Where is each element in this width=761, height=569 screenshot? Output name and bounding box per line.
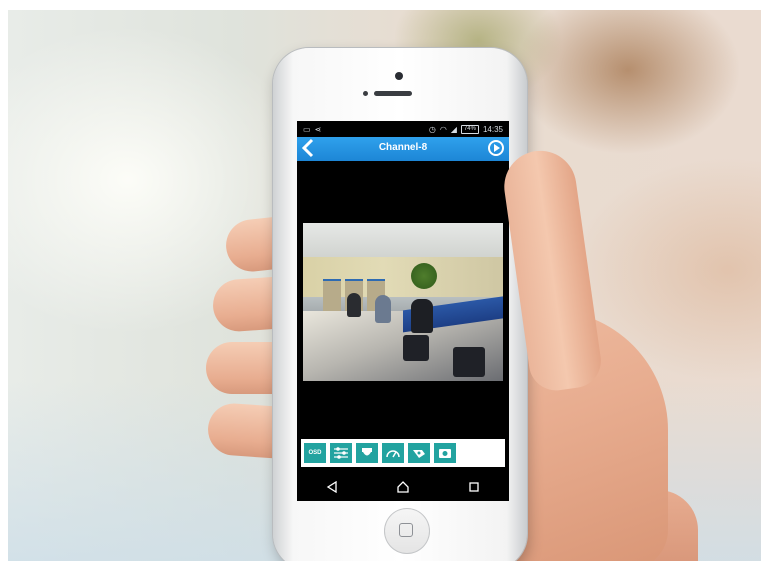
earpiece-speaker [374,91,412,96]
sliders-icon [334,447,348,459]
speedometer-icon [386,450,400,458]
home-square-icon [399,523,413,537]
nav-recent-button[interactable] [464,477,484,497]
photo-background: ▭ ⋖ ◷ ◠ ◢ 74% 14:35 Channel-8 OSD [8,10,761,561]
app-title-bar: Channel-8 [297,137,509,161]
play-button[interactable] [488,140,504,156]
video-chair [403,335,429,361]
proximity-sensor [363,91,368,96]
battery-indicator: 74% [460,124,479,134]
ptz-camera-icon [362,448,372,456]
chevron-left-icon [301,138,314,158]
osd-icon: OSD [308,450,322,456]
wifi-icon: ◠ [439,124,447,134]
phone-screen: ▭ ⋖ ◷ ◠ ◢ 74% 14:35 Channel-8 OSD [297,121,509,501]
camera-capture-button[interactable] [433,442,457,464]
signal-icon: ◢ [450,124,457,134]
channel-title: Channel-8 [378,142,428,153]
smartphone: ▭ ⋖ ◷ ◠ ◢ 74% 14:35 Channel-8 OSD [273,48,527,561]
notification-icon: ▭ [303,124,311,134]
ptz-button[interactable] [355,442,379,464]
status-bar: ▭ ⋖ ◷ ◠ ◢ 74% 14:35 [297,121,509,137]
phone-home-button[interactable] [384,508,430,554]
video-person [375,295,391,323]
nav-home-button[interactable] [393,477,413,497]
live-video-feed[interactable] [303,223,503,381]
snapshot-icon [413,450,425,458]
back-triangle-icon [327,481,337,493]
osd-button[interactable]: OSD [303,442,327,464]
video-cubicle [323,279,341,311]
video-person [411,299,433,333]
recent-apps-icon [468,482,479,492]
nav-back-button[interactable] [322,477,342,497]
back-button[interactable] [301,138,317,160]
home-icon [397,481,409,493]
snapshot-button[interactable] [407,442,431,464]
android-navigation-bar [297,473,509,501]
quality-button[interactable] [381,442,405,464]
status-time: 14:35 [482,124,503,134]
front-camera [395,72,403,80]
video-plant [411,263,437,289]
share-icon: ⋖ [314,124,322,134]
camera-icon [439,449,451,458]
video-person [347,293,361,317]
alarm-icon: ◷ [428,124,436,134]
control-toolbar: OSD [301,439,505,467]
settings-sliders-button[interactable] [329,442,353,464]
video-chair [453,347,485,377]
